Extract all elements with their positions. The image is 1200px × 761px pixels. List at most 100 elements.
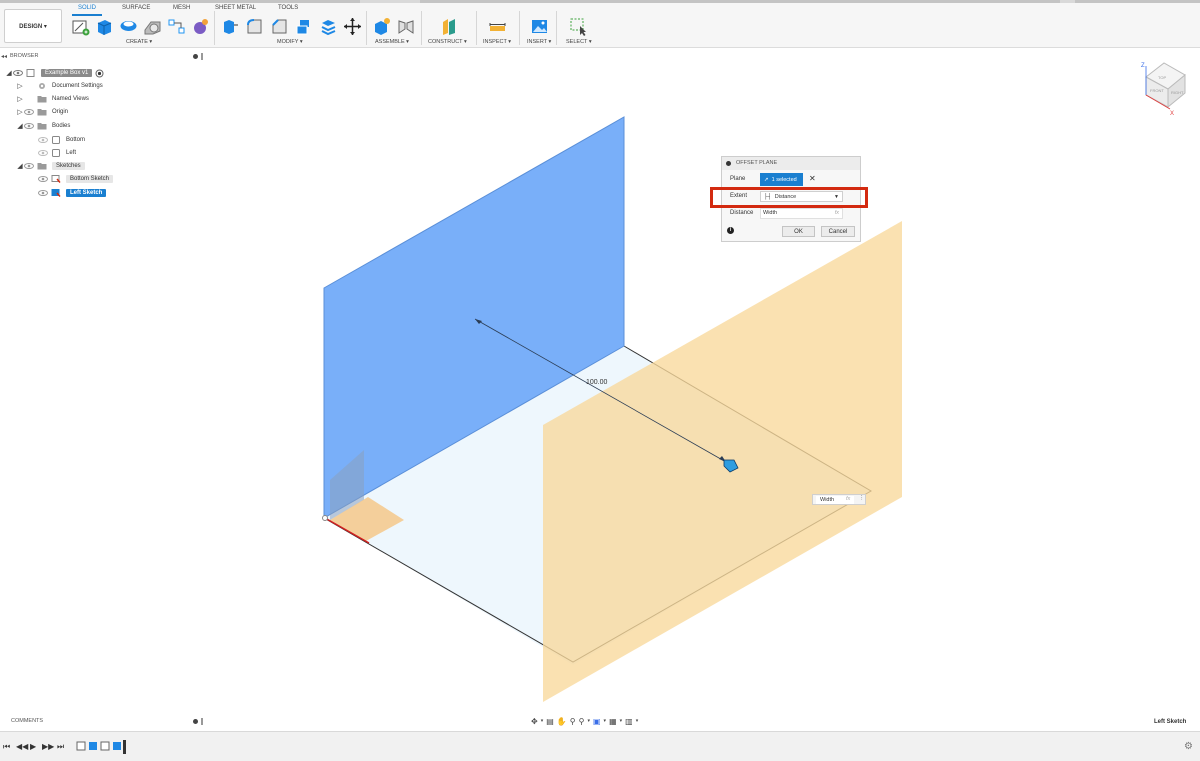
timeline-extrude-feature[interactable] — [113, 742, 121, 750]
grid-settings-icon[interactable]: ▦ — [609, 717, 617, 726]
browser-item-left-sketch[interactable]: Left Sketch — [38, 187, 107, 199]
joint-icon[interactable] — [396, 17, 415, 36]
expand-arrow-icon[interactable]: ▷ — [16, 82, 24, 90]
go-to-start-icon[interactable]: ⏮ — [3, 742, 10, 752]
insert-image-icon[interactable] — [530, 17, 549, 36]
visibility-eye-icon[interactable] — [38, 150, 48, 156]
offset-plane-icon[interactable] — [440, 17, 459, 36]
ok-button[interactable]: OK — [782, 226, 815, 237]
select-icon[interactable] — [569, 17, 588, 36]
create-form-icon[interactable] — [191, 17, 210, 36]
expand-arrow-icon[interactable]: ▷ — [16, 108, 24, 116]
origin-point[interactable] — [322, 515, 328, 521]
browser-item-body-left[interactable]: Left — [38, 147, 76, 159]
timeline-sketch-feature[interactable] — [100, 741, 110, 751]
fx-icon[interactable]: fx — [846, 496, 850, 502]
browser-options-icon[interactable] — [193, 54, 198, 59]
zoom-window-icon[interactable]: ⚲ — [579, 717, 585, 726]
timeline-marker[interactable] — [123, 740, 126, 754]
viewports-icon[interactable]: ▥ — [625, 717, 633, 726]
dialog-collapse-icon[interactable] — [726, 161, 731, 166]
zoom-icon[interactable]: ⚲ — [570, 717, 576, 726]
expand-arrow-icon[interactable]: ▷ — [16, 95, 24, 103]
sweep-icon[interactable] — [143, 17, 162, 36]
tab-mesh[interactable]: MESH — [173, 5, 190, 11]
split-body-icon[interactable] — [319, 17, 338, 36]
expand-arrow-icon[interactable]: ◢ — [16, 122, 24, 130]
workspace-switcher[interactable]: DESIGN ▾ — [4, 9, 62, 43]
timeline-settings-gear-icon[interactable]: ⚙ — [1184, 741, 1193, 752]
panel-grip-icon[interactable] — [201, 718, 203, 725]
browser-item-sketches[interactable]: ◢ Sketches — [16, 160, 85, 172]
tab-surface[interactable]: SURFACE — [122, 5, 150, 11]
comments-options-icon[interactable] — [193, 719, 198, 724]
visibility-eye-icon[interactable] — [24, 163, 34, 169]
distance-input[interactable]: Width fx — [760, 208, 843, 219]
pan-icon[interactable]: ✋ — [557, 717, 567, 726]
visibility-eye-icon[interactable] — [38, 190, 48, 196]
group-construct-label[interactable]: CONSTRUCT ▾ — [428, 39, 467, 45]
fx-icon[interactable]: fx — [835, 209, 839, 218]
timeline-extrude-feature[interactable] — [89, 742, 97, 750]
browser-root-row[interactable]: ◢ Example Box v1 — [5, 67, 104, 79]
go-to-end-icon[interactable]: ⏭ — [57, 742, 64, 752]
group-inspect-label[interactable]: INSPECT ▾ — [483, 39, 511, 45]
comments-panel-header[interactable]: COMMENTS — [0, 716, 205, 728]
timeline-features[interactable] — [76, 739, 134, 755]
visibility-eye-icon[interactable] — [38, 176, 48, 182]
create-sketch-icon[interactable] — [71, 17, 90, 36]
group-modify-label[interactable]: MODIFY ▾ — [277, 39, 303, 45]
browser-item-bodies[interactable]: ◢ Bodies — [16, 120, 70, 132]
browser-item-bottom-sketch[interactable]: Bottom Sketch — [38, 173, 114, 185]
browser-item-named-views[interactable]: ▷ Named Views — [16, 93, 89, 105]
display-settings-icon[interactable]: ▣ — [593, 717, 601, 726]
orbit-icon[interactable]: ✥ — [531, 717, 538, 726]
browser-root-label: Example Box v1 — [41, 69, 93, 77]
press-pull-icon[interactable] — [220, 17, 239, 36]
info-icon[interactable]: i — [727, 227, 734, 234]
clear-selection-icon[interactable]: ✕ — [809, 174, 816, 183]
expand-arrow-icon[interactable]: ◢ — [5, 69, 13, 77]
distance-inline-input[interactable]: Width fx ⋮ — [812, 494, 866, 505]
visibility-eye-icon[interactable] — [38, 137, 48, 143]
fillet-icon[interactable] — [245, 17, 264, 36]
step-back-icon[interactable]: ◀◀ — [16, 742, 28, 751]
browser-item-document-settings[interactable]: ▷ Document Settings — [16, 80, 103, 92]
timeline-sketch-feature[interactable] — [76, 741, 86, 751]
panel-grip-icon[interactable] — [201, 53, 203, 60]
collapse-browser-icon[interactable]: ◂◂ — [1, 53, 7, 60]
visibility-eye-icon[interactable] — [24, 123, 34, 129]
extrude-icon[interactable] — [95, 17, 114, 36]
loft-icon[interactable] — [167, 17, 186, 36]
shell-icon[interactable] — [295, 17, 314, 36]
visibility-eye-icon[interactable] — [24, 109, 34, 115]
measure-icon[interactable] — [488, 17, 507, 36]
dialog-header[interactable]: OFFSET PLANE — [722, 157, 860, 170]
tab-sheet-metal[interactable]: SHEET METAL — [215, 5, 256, 11]
more-options-icon[interactable]: ⋮ — [859, 495, 865, 501]
group-insert-label[interactable]: INSERT ▾ — [527, 39, 551, 45]
play-icon[interactable]: ▶ — [30, 742, 36, 751]
chamfer-icon[interactable] — [270, 17, 289, 36]
browser-item-origin[interactable]: ▷ Origin — [16, 106, 68, 118]
step-forward-icon[interactable]: ▶▶ — [42, 742, 54, 751]
group-assemble-label[interactable]: ASSEMBLE ▾ — [375, 39, 409, 45]
group-create-label[interactable]: CREATE ▾ — [126, 39, 152, 45]
new-component-icon[interactable] — [372, 17, 391, 36]
expand-arrow-icon[interactable]: ◢ — [16, 162, 24, 170]
move-copy-icon[interactable] — [343, 17, 362, 36]
fusion-app: DESIGN ▾ SOLID SURFACE MESH SHEET METAL … — [0, 0, 1200, 761]
tab-solid[interactable]: SOLID — [78, 5, 96, 11]
activate-radio-icon[interactable] — [95, 69, 104, 78]
offset-dimension-label[interactable]: 100.00 — [586, 379, 607, 386]
browser-item-body-bottom[interactable]: Bottom — [38, 134, 85, 146]
look-at-icon[interactable]: ▤ — [546, 717, 554, 726]
revolve-icon[interactable] — [119, 17, 138, 36]
visibility-eye-icon[interactable] — [13, 70, 23, 76]
cancel-button[interactable]: Cancel — [821, 226, 855, 237]
viewcube[interactable]: TOP FRONT RIGHT Z X — [1141, 62, 1186, 117]
group-select-label[interactable]: SELECT ▾ — [566, 39, 592, 45]
plane-selection[interactable]: ➚ 1 selected — [760, 173, 803, 186]
tab-tools[interactable]: TOOLS — [278, 5, 298, 11]
distance-input-value: Width — [763, 210, 778, 216]
